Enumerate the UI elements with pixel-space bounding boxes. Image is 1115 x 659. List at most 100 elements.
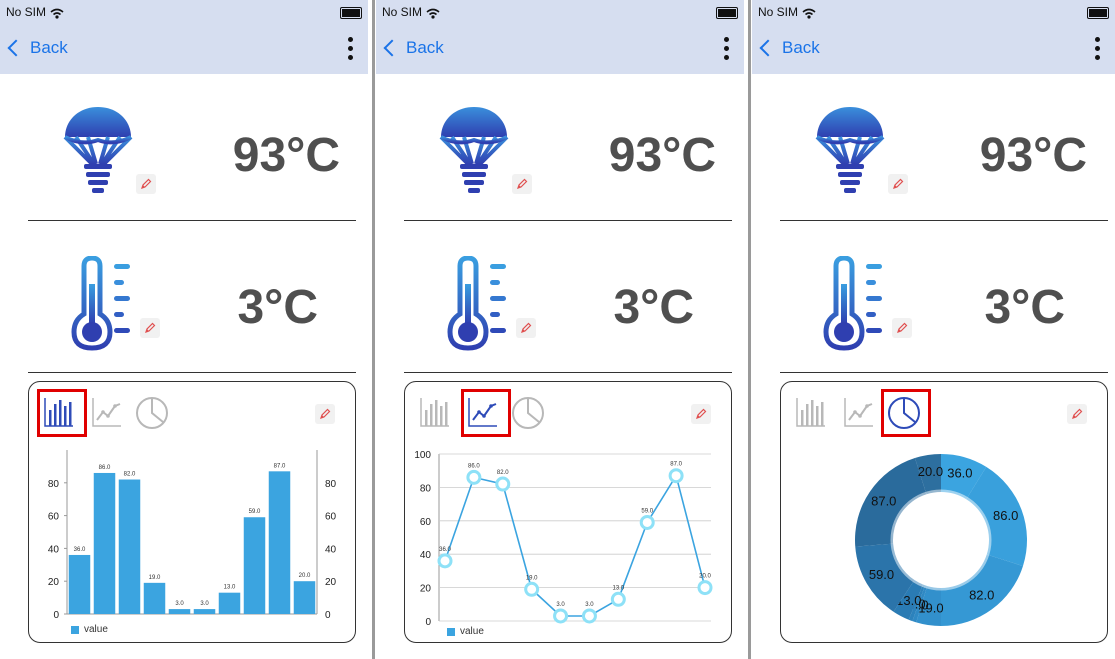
bulb-temperature-value: 93°C [232, 129, 340, 182]
edit-chart-button[interactable] [1067, 404, 1087, 424]
data-point [668, 468, 684, 484]
data-point [697, 580, 713, 596]
edit-bulb-button[interactable] [888, 174, 908, 194]
back-label: Back [406, 38, 444, 57]
edit-thermometer-button[interactable] [140, 318, 160, 338]
chevron-left-icon [7, 39, 25, 57]
line-chart: 0 20 40 60 80 100 36.0 86.0 82.0 19.0 3.0 3.0 13.0 59… [414, 450, 713, 628]
y-tick-label: 60 [420, 517, 432, 528]
y-tick-label-right: 0 [325, 610, 331, 621]
y-tick-label-left: 20 [48, 577, 60, 588]
edit-bulb-button[interactable] [512, 174, 532, 194]
legend-swatch [71, 625, 79, 634]
bar-value-label: 82.0 [124, 472, 136, 478]
back-button[interactable]: Back [382, 38, 444, 58]
thermometer-temperature-value: 3°C [237, 281, 318, 334]
bar-chart-tab-icon[interactable] [419, 396, 451, 433]
selected-tab-highlight [461, 389, 511, 437]
section-divider [780, 220, 1108, 221]
status-bar: No SIM [376, 0, 744, 26]
edit-bulb-button[interactable] [136, 174, 156, 194]
slice-value-label: 86.0 [993, 508, 1018, 523]
data-point [553, 608, 569, 624]
data-point [610, 591, 626, 607]
thermometer-icon [816, 255, 888, 357]
point-value-label: 86.0 [468, 463, 480, 469]
carrier-label: No SIM [382, 5, 423, 19]
bar [168, 609, 191, 614]
point-value-label: 59.0 [641, 508, 653, 514]
section-divider [28, 372, 356, 373]
thermometer-temperature-value: 3°C [613, 281, 694, 334]
point-value-label: 82.0 [497, 470, 509, 476]
phone-screen-2: No SIM Back 93°C 3°C 0 20 40 60 80 100 36.0 86.0 8… [376, 0, 744, 659]
more-options-button[interactable] [1093, 34, 1101, 66]
bar-chart: 0 0 20 20 40 40 60 60 80 80 36.0 86.0 82.0 19.0 3.0 3.0… [48, 450, 337, 621]
slice-value-label: 36.0 [947, 466, 972, 481]
carrier-label: No SIM [6, 5, 47, 19]
more-options-button[interactable] [722, 34, 730, 66]
y-tick-label: 40 [420, 550, 432, 561]
data-point [524, 581, 540, 597]
phone-screen-1: No SIM Back 93°C 3°C 0 0 20 20 40 40 60 60 80 80 36.… [0, 0, 368, 659]
data-point [437, 553, 453, 569]
navigation-bar: Back [376, 26, 744, 74]
edit-thermometer-button[interactable] [516, 318, 536, 338]
chart-card: 36.0 86.0 82.0 19.0 3.0 3.0 13.0 59.0 87.0 20.0 [780, 381, 1108, 643]
y-tick-label-left: 40 [48, 544, 60, 555]
bar-value-label: 3.0 [175, 601, 184, 607]
y-tick-label-left: 60 [48, 512, 60, 523]
y-tick-label: 80 [420, 483, 432, 494]
section-divider [404, 372, 732, 373]
bar-value-label: 20.0 [299, 573, 311, 579]
back-button[interactable]: Back [6, 38, 68, 58]
back-button[interactable]: Back [758, 38, 820, 58]
edit-chart-button[interactable] [315, 404, 335, 424]
y-tick-label: 0 [425, 617, 431, 628]
slice-value-label: 82.0 [969, 588, 994, 603]
status-bar: No SIM [0, 0, 368, 26]
carrier-label: No SIM [758, 5, 799, 19]
bar-value-label: 13.0 [224, 585, 236, 591]
bar [218, 592, 241, 614]
point-value-label: 19.0 [526, 575, 538, 581]
chart-legend: value [447, 626, 484, 637]
line-chart-tab-icon[interactable] [91, 396, 123, 433]
bar-chart-tab-icon[interactable] [795, 396, 827, 433]
point-value-label: 87.0 [670, 462, 682, 468]
more-options-button[interactable] [346, 34, 354, 66]
bar [268, 471, 291, 614]
edit-chart-button[interactable] [691, 404, 711, 424]
bar-value-label: 3.0 [200, 601, 209, 607]
y-tick-label: 20 [420, 584, 432, 595]
battery-icon [340, 7, 362, 19]
pie-chart-tab-icon[interactable] [135, 396, 169, 435]
y-tick-label-left: 80 [48, 479, 60, 490]
slice-value-label: 87.0 [871, 493, 896, 508]
wifi-icon [802, 6, 816, 24]
chart-card: 0 0 20 20 40 40 60 60 80 80 36.0 86.0 82.0 19.0 3.0 3.0… [28, 381, 356, 643]
bar [93, 472, 116, 614]
thermometer-icon [440, 255, 512, 357]
phone-screen-3: No SIM Back 93°C 3°C 36.0 86.0 82.0 19.0 3.0 3.… [752, 0, 1115, 659]
pie-chart-tab-icon[interactable] [511, 396, 545, 435]
bulb-temperature-value: 93°C [608, 129, 716, 182]
section-divider [780, 372, 1108, 373]
chart-card: 0 20 40 60 80 100 36.0 86.0 82.0 19.0 3.0 3.0 13.0 59… [404, 381, 732, 643]
bar [193, 609, 216, 614]
bar-value-label: 86.0 [99, 465, 111, 471]
legend-label: value [84, 624, 108, 635]
bar-value-label: 19.0 [149, 575, 161, 581]
section-divider [28, 220, 356, 221]
selected-tab-highlight [881, 389, 931, 437]
back-label: Back [30, 38, 68, 57]
y-tick-label-right: 60 [325, 512, 337, 523]
edit-thermometer-button[interactable] [892, 318, 912, 338]
thermometer-temperature-value: 3°C [984, 281, 1065, 334]
bar-value-label: 59.0 [249, 509, 261, 515]
slice-value-label: 59.0 [869, 567, 894, 582]
data-point [639, 514, 655, 530]
bar [143, 582, 166, 614]
chevron-left-icon [759, 39, 777, 57]
line-chart-tab-icon[interactable] [843, 396, 875, 433]
